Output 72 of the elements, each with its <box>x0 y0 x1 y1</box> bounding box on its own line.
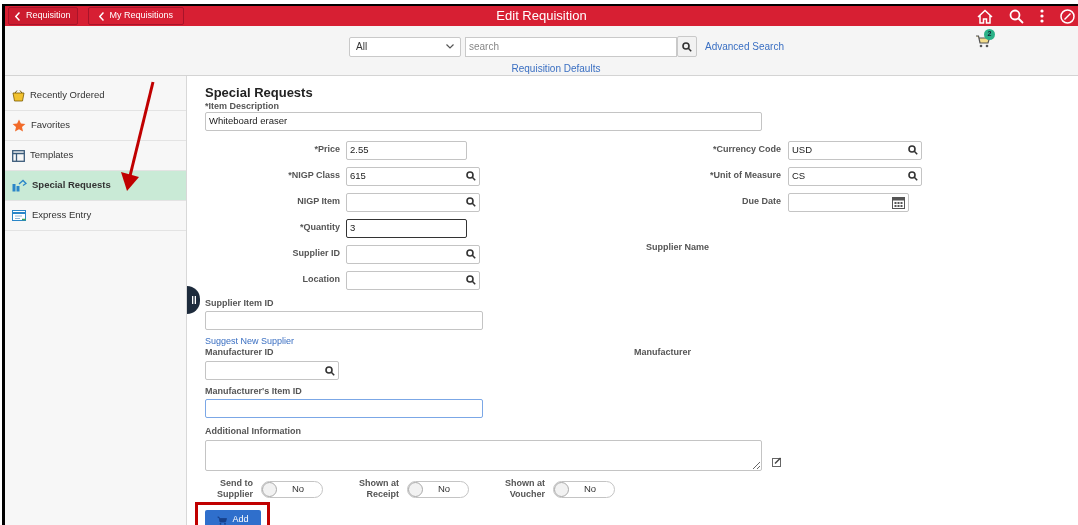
search-icon <box>682 41 692 52</box>
template-icon <box>12 149 25 162</box>
chevron-left-icon <box>15 11 20 21</box>
field-label: *NIGP Class <box>287 169 340 183</box>
date-field[interactable] <box>788 192 909 212</box>
field-label: Manufacturer's Item ID <box>205 386 303 397</box>
add-button[interactable]: Add <box>205 510 261 525</box>
input-field[interactable]: 2.55 <box>346 140 467 160</box>
toggle-label: Send to Supplier <box>216 478 253 500</box>
input-field[interactable]: 3 <box>346 218 467 238</box>
edit-icon[interactable] <box>772 456 782 467</box>
suggest-new-supplier-link[interactable]: Suggest New Supplier <box>205 336 295 347</box>
lookup-field[interactable] <box>346 270 480 290</box>
scope-dropdown[interactable]: All <box>349 36 461 57</box>
section-title: Special Requests <box>205 85 314 101</box>
cart-icon <box>217 515 228 525</box>
search-icon <box>466 197 476 207</box>
search-button[interactable] <box>677 36 697 57</box>
field-label: Manufacturer ID <box>205 347 275 358</box>
lookup-field[interactable]: USD <box>788 140 922 160</box>
chevron-down-icon <box>446 44 454 49</box>
field-label: Manufacturer <box>634 347 691 358</box>
pause-icon <box>191 296 196 304</box>
special-request-icon <box>12 179 27 192</box>
input-field[interactable] <box>205 311 483 330</box>
search-icon <box>908 171 918 181</box>
toggle-switch[interactable]: No <box>553 480 615 498</box>
field-label: Supplier Name <box>646 241 710 255</box>
field-label: Location <box>301 273 340 287</box>
search-icon[interactable] <box>1009 8 1024 24</box>
toggle-switch[interactable]: No <box>407 480 469 498</box>
express-entry-icon <box>12 209 27 222</box>
lookup-field[interactable] <box>346 192 480 212</box>
advanced-search-link[interactable]: Advanced Search <box>705 39 784 54</box>
sidebar-item[interactable]: Special Requests <box>5 171 186 201</box>
field-label: *Item Description <box>205 101 281 112</box>
back-button[interactable]: Requisition <box>8 7 78 25</box>
cart-icon[interactable] <box>975 34 991 48</box>
field-label: Supplier Item ID <box>205 298 275 309</box>
search-icon <box>466 275 476 285</box>
requisition-defaults-link[interactable]: Requisition Defaults <box>511 61 601 76</box>
field-label: Due Date <box>741 195 781 209</box>
lookup-field[interactable]: CS <box>788 166 922 186</box>
home-icon[interactable] <box>977 8 993 24</box>
field-label: Supplier ID <box>291 247 340 261</box>
search-icon <box>908 145 918 155</box>
lookup-field[interactable] <box>205 361 339 380</box>
lookup-field[interactable] <box>346 244 480 264</box>
toggle-switch[interactable]: No <box>261 480 323 498</box>
search-icon <box>325 365 335 376</box>
calendar-icon <box>892 195 905 209</box>
collapse-handle[interactable] <box>187 286 200 314</box>
page-title: Edit Requisition <box>496 7 587 26</box>
field-label: *Currency Code <box>711 143 781 157</box>
field-label: *Price <box>313 143 340 157</box>
toggle-label: Shown at Receipt <box>358 478 399 500</box>
star-icon <box>12 119 26 132</box>
field-label: *Unit of Measure <box>709 169 781 183</box>
chevron-left-icon <box>98 11 104 21</box>
more-options-icon[interactable] <box>1040 9 1044 23</box>
search-field[interactable]: search <box>465 36 677 57</box>
basket-icon <box>12 89 25 102</box>
toggle-label: Shown at Voucher <box>504 478 545 500</box>
lookup-field[interactable]: 615 <box>346 166 480 186</box>
field-label: *Quantity <box>299 221 340 235</box>
input-field[interactable]: Whiteboard eraser <box>205 112 762 131</box>
input-field[interactable] <box>205 399 483 418</box>
back-button[interactable]: My Requisitions <box>87 7 185 25</box>
field-label: Additional Information <box>205 426 302 437</box>
field-label: NIGP Item <box>296 195 340 209</box>
search-icon <box>466 171 476 181</box>
search-icon <box>466 249 476 259</box>
